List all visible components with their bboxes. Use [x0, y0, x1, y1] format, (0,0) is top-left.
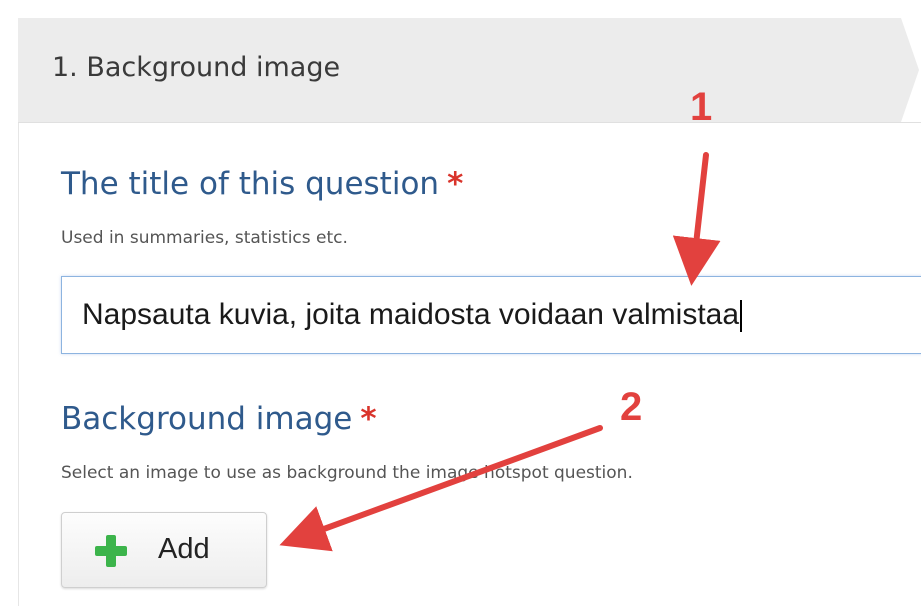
background-image-description: Select an image to use as background the…: [61, 463, 633, 483]
question-title-label-text: The title of this question: [61, 166, 440, 202]
question-title-value: Napsauta kuvia, joita maidosta voidaan v…: [82, 298, 740, 331]
chevron-right-icon: [901, 18, 921, 122]
plus-icon: [95, 535, 127, 567]
step-header[interactable]: 1. Background image: [18, 18, 921, 123]
required-marker: *: [360, 401, 377, 437]
text-caret: [740, 300, 743, 333]
background-image-label: Background image *: [61, 401, 377, 437]
callout-number-1: 1: [690, 85, 713, 129]
question-title-label: The title of this question *: [61, 166, 463, 202]
add-image-button[interactable]: Add: [61, 512, 267, 588]
background-image-label-text: Background image: [61, 401, 353, 437]
required-marker: *: [447, 166, 464, 202]
callout-number-2: 2: [620, 385, 643, 429]
question-form-panel: The title of this question * Used in summ…: [18, 123, 921, 606]
add-button-label: Add: [158, 533, 210, 565]
question-title-input[interactable]: Napsauta kuvia, joita maidosta voidaan v…: [61, 276, 921, 354]
step-title: 1. Background image: [52, 52, 341, 83]
question-title-description: Used in summaries, statistics etc.: [61, 228, 348, 248]
outer-top: [0, 0, 921, 18]
